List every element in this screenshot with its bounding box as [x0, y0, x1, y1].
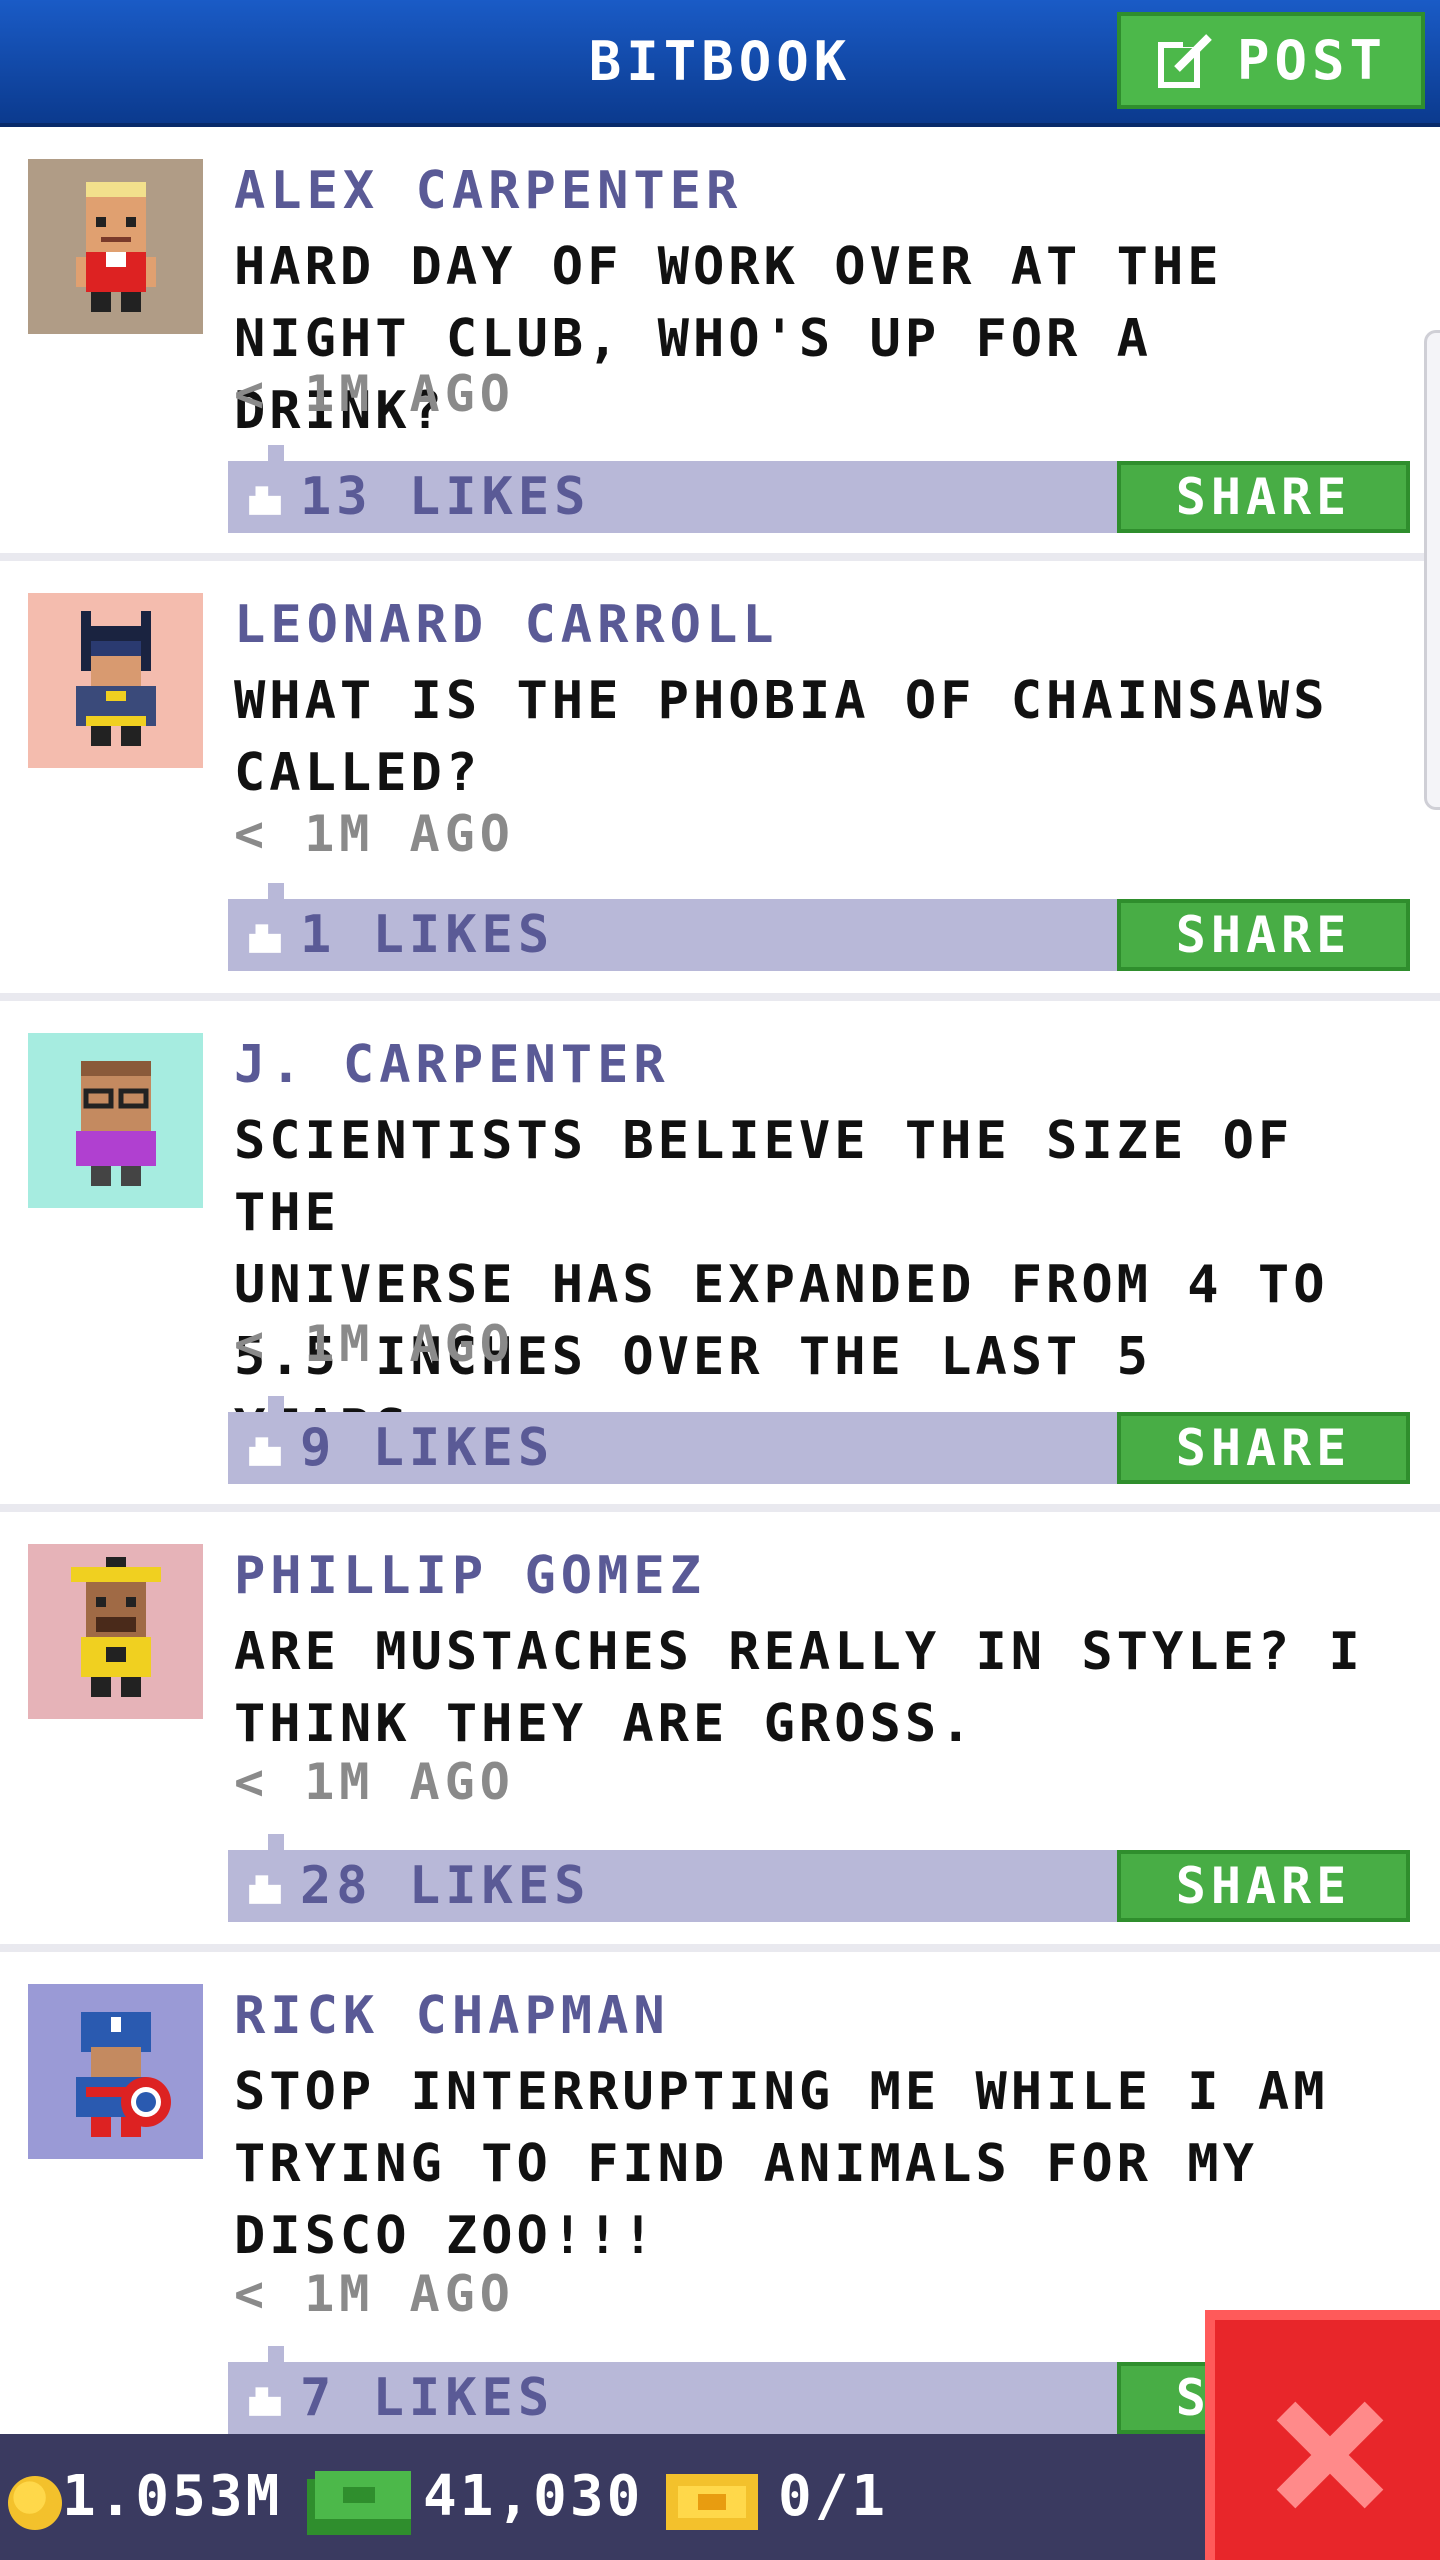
character-avatar-icon: [75, 610, 156, 746]
bux-value: 41,030: [423, 2464, 644, 2529]
avatar[interactable]: [28, 1033, 203, 1208]
avatar[interactable]: [28, 1544, 203, 1719]
like-icon: [249, 1875, 281, 1904]
character-avatar-icon: [70, 1556, 161, 1697]
post-author[interactable]: PHILLIP GOMEZ: [234, 1546, 706, 1606]
avatar[interactable]: [28, 1984, 203, 2159]
likes-count: 13 LIKES: [300, 467, 591, 527]
compose-icon: [1157, 33, 1212, 88]
post-author[interactable]: ALEX CARPENTER: [234, 161, 742, 221]
likes-count: 9 LIKES: [300, 1418, 555, 1478]
tickets-value: 0/1: [778, 2464, 889, 2529]
coins-value: 1.053M: [62, 2464, 283, 2529]
character-avatar-icon: [75, 1060, 156, 1186]
post-time: < 1M AGO: [234, 1753, 515, 1811]
like-icon: [249, 1437, 281, 1466]
post-text: WHAT IS THE PHOBIA OF CHAINSAWS CALLED?: [234, 671, 1329, 803]
likes-count: 1 LIKES: [300, 905, 555, 965]
post-author[interactable]: J. CARPENTER: [234, 1035, 670, 1095]
post-text: SCIENTISTS BELIEVE THE SIZE OF THE UNIVE…: [234, 1111, 1329, 1459]
like-icon: [249, 924, 281, 953]
top-bar: BITBOOK POST: [0, 0, 1440, 127]
likes-count: 7 LIKES: [300, 2368, 555, 2428]
feed-post: PHILLIP GOMEZ ARE MUSTACHES REALLY IN ST…: [0, 1512, 1440, 1952]
like-icon: [249, 486, 281, 515]
post-text: ARE MUSTACHES REALLY IN STYLE? I THINK T…: [234, 1622, 1364, 1754]
close-button[interactable]: [1205, 2310, 1440, 2560]
post-time: < 1M AGO: [234, 2265, 515, 2323]
share-button[interactable]: SHARE: [1117, 461, 1410, 533]
bux-icon: [307, 2471, 411, 2535]
post-button-label: POST: [1236, 29, 1388, 92]
avatar[interactable]: [28, 159, 203, 334]
coin-icon: [8, 2476, 62, 2530]
feed-post: J. CARPENTER SCIENTISTS BELIEVE THE SIZE…: [0, 1001, 1440, 1512]
post-author[interactable]: LEONARD CARROLL: [234, 595, 779, 655]
scrollbar[interactable]: [1424, 330, 1440, 810]
post-author[interactable]: RICK CHAPMAN: [234, 1986, 670, 2046]
post-button[interactable]: POST: [1117, 12, 1425, 109]
character-avatar-icon: [75, 2011, 171, 2137]
likes-count: 28 LIKES: [300, 1856, 591, 1916]
character-avatar-icon: [75, 181, 156, 312]
ticket-icon: [666, 2474, 758, 2530]
feed-post: ALEX CARPENTER HARD DAY OF WORK OVER AT …: [0, 127, 1440, 561]
share-button[interactable]: SHARE: [1117, 1850, 1410, 1922]
share-button[interactable]: SHARE: [1117, 899, 1410, 971]
post-text: STOP INTERRUPTING ME WHILE I AM TRYING T…: [234, 2062, 1329, 2266]
post-time: < 1M AGO: [234, 365, 515, 423]
share-button[interactable]: SHARE: [1117, 1412, 1410, 1484]
close-icon: [1276, 2401, 1384, 2509]
avatar[interactable]: [28, 593, 203, 768]
post-time: < 1M AGO: [234, 1315, 515, 1373]
like-icon: [249, 2387, 281, 2416]
feed-post: LEONARD CARROLL WHAT IS THE PHOBIA OF CH…: [0, 561, 1440, 1001]
post-time: < 1M AGO: [234, 805, 515, 863]
